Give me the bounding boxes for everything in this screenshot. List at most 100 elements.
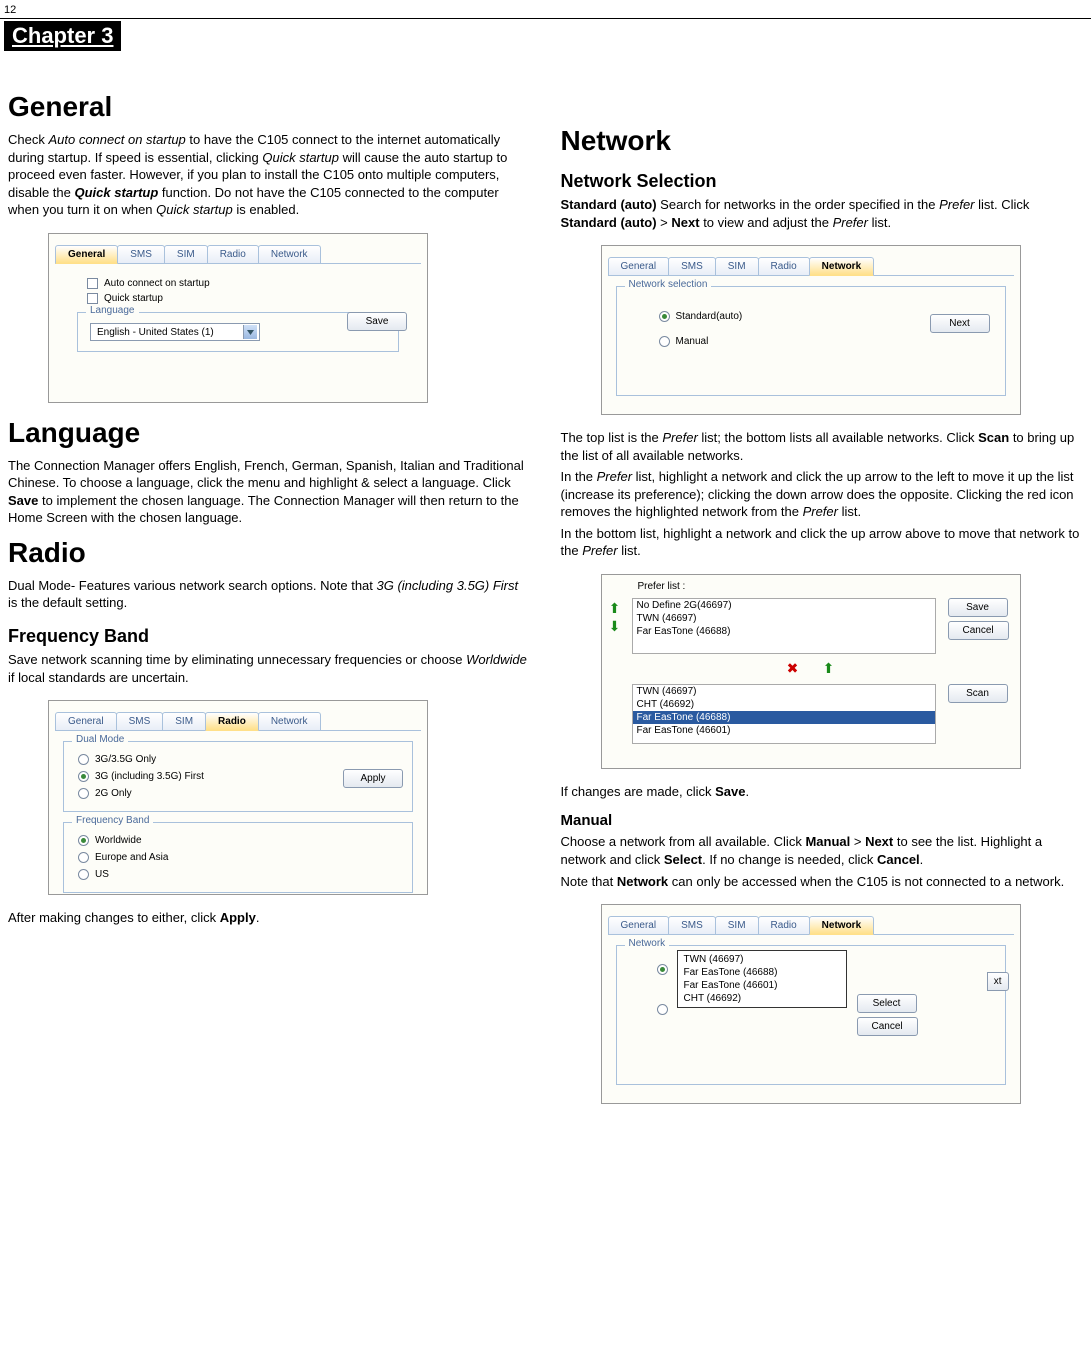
- frequency-band-text: Save network scanning time by eliminatin…: [8, 651, 531, 686]
- radio-europe-asia[interactable]: [78, 852, 89, 863]
- language-heading: Language: [8, 417, 531, 449]
- arrow-up-icon[interactable]: ⬆: [606, 600, 624, 618]
- chapter-heading: Chapter 3: [4, 21, 121, 51]
- radio-worldwide[interactable]: [78, 835, 89, 846]
- save-button[interactable]: Save: [347, 312, 407, 331]
- available-list-box[interactable]: TWN (46697) CHT (46692) Far EasTone (466…: [632, 684, 936, 744]
- language-dropdown[interactable]: English - United States (1): [90, 323, 260, 341]
- list-item[interactable]: Far EasTone (46601): [680, 979, 844, 992]
- list-item[interactable]: Far EasTone (46601): [633, 724, 935, 737]
- manual-heading: Manual: [561, 812, 1084, 829]
- arrow-down-icon[interactable]: ⬇: [606, 618, 624, 636]
- language-dropdown-value: English - United States (1): [97, 327, 214, 338]
- scan-button[interactable]: Scan: [948, 684, 1008, 703]
- tab-bar: General SMS SIM Radio Network: [608, 911, 1014, 935]
- radio-us[interactable]: [78, 869, 89, 880]
- prefer-label: Prefer list :: [602, 575, 1020, 594]
- tab-sim[interactable]: SIM: [164, 245, 208, 263]
- cancel-button[interactable]: Cancel: [948, 621, 1009, 640]
- radio-worldwide-label: Worldwide: [95, 835, 142, 846]
- prefer-list-box[interactable]: No Define 2G(46697) TWN (46697) Far EasT…: [632, 598, 936, 654]
- tab-general[interactable]: General: [55, 245, 118, 264]
- tab-network[interactable]: Network: [258, 712, 321, 730]
- radio-2g-only-label: 2G Only: [95, 788, 132, 799]
- list-item[interactable]: No Define 2G(46697): [633, 599, 935, 612]
- tab-general[interactable]: General: [55, 712, 117, 730]
- page-number: 12: [0, 0, 1091, 16]
- radio-heading: Radio: [8, 537, 531, 569]
- apply-button[interactable]: Apply: [343, 769, 403, 788]
- language-legend: Language: [86, 305, 139, 316]
- network-heading: Network: [561, 125, 1084, 157]
- select-button[interactable]: Select: [857, 994, 917, 1013]
- list-item[interactable]: TWN (46697): [633, 612, 935, 625]
- save-button[interactable]: Save: [948, 598, 1008, 617]
- manual-text: Choose a network from all available. Cli…: [561, 833, 1084, 868]
- radio-us-label: US: [95, 869, 109, 880]
- tab-network[interactable]: Network: [809, 916, 874, 935]
- network-selection-heading: Network Selection: [561, 171, 1084, 192]
- tab-network[interactable]: Network: [258, 245, 321, 263]
- general-screenshot: General SMS SIM Radio Network Auto conne…: [48, 233, 428, 403]
- next-button-partial[interactable]: xt: [987, 972, 1009, 991]
- network-selection-legend: Network selection: [625, 279, 712, 290]
- tab-network[interactable]: Network: [809, 257, 874, 276]
- cancel-button[interactable]: Cancel: [857, 1017, 918, 1036]
- list-item[interactable]: CHT (46692): [680, 992, 844, 1005]
- radio-3g-only[interactable]: [78, 754, 89, 765]
- tab-general[interactable]: General: [608, 257, 670, 275]
- network-legend: Network: [625, 938, 670, 949]
- network-popup-list[interactable]: TWN (46697) Far EasTone (46688) Far EasT…: [677, 950, 847, 1008]
- next-button[interactable]: Next: [930, 314, 990, 333]
- radio-text: Dual Mode- Features various network sear…: [8, 577, 531, 612]
- tab-sim[interactable]: SIM: [715, 257, 759, 275]
- tab-sms[interactable]: SMS: [117, 245, 165, 263]
- list-item[interactable]: TWN (46697): [633, 685, 935, 698]
- list-item[interactable]: Far EasTone (46688): [633, 711, 935, 724]
- auto-connect-checkbox-row: Auto connect on startup: [87, 278, 413, 289]
- list-item[interactable]: Far EasTone (46688): [633, 625, 935, 638]
- general-text: Check Auto connect on startup to have th…: [8, 131, 531, 219]
- radio-3g-first[interactable]: [78, 771, 89, 782]
- list-item[interactable]: CHT (46692): [633, 698, 935, 711]
- tab-sim[interactable]: SIM: [715, 916, 759, 934]
- radio-screenshot: General SMS SIM Radio Network Dual Mode …: [48, 700, 428, 895]
- auto-connect-checkbox[interactable]: [87, 278, 98, 289]
- tab-general[interactable]: General: [608, 916, 670, 934]
- radio-2g-only[interactable]: [78, 788, 89, 799]
- arrow-up-icon[interactable]: ⬆: [820, 660, 838, 678]
- tab-bar: General SMS SIM Radio Network: [55, 240, 421, 264]
- tab-sms[interactable]: SMS: [116, 712, 164, 730]
- right-column: Network Network Selection Standard (auto…: [561, 81, 1084, 1118]
- list-item[interactable]: TWN (46697): [680, 953, 844, 966]
- network-fieldset: Network xt TWN (46697) Far EasTone (4668…: [616, 945, 1006, 1085]
- prefer-list-screenshot: Prefer list : ⬆ ⬇ No Define 2G(46697) TW…: [601, 574, 1021, 769]
- remove-icon[interactable]: ✖: [783, 660, 801, 678]
- tab-sim[interactable]: SIM: [162, 712, 206, 730]
- language-text: The Connection Manager offers English, F…: [8, 457, 531, 527]
- frequency-band-heading: Frequency Band: [8, 626, 531, 647]
- radio-obscured-1[interactable]: [657, 964, 668, 975]
- radio-manual[interactable]: [659, 336, 670, 347]
- tab-radio[interactable]: Radio: [207, 245, 259, 263]
- left-column: General Check Auto connect on startup to…: [8, 81, 531, 1118]
- tab-radio[interactable]: Radio: [758, 916, 810, 934]
- tab-radio[interactable]: Radio: [758, 257, 810, 275]
- list-item[interactable]: Far EasTone (46688): [680, 966, 844, 979]
- network-selection-screenshot: General SMS SIM Radio Network Network se…: [601, 245, 1021, 415]
- prefer-list-text: In the Prefer list, highlight a network …: [561, 468, 1084, 521]
- quick-startup-checkbox[interactable]: [87, 293, 98, 304]
- save-changes-text: If changes are made, click Save.: [561, 783, 1084, 801]
- quick-startup-label: Quick startup: [104, 293, 163, 304]
- tab-radio[interactable]: Radio: [205, 712, 259, 731]
- network-note-text: Note that Network can only be accessed w…: [561, 873, 1084, 891]
- auto-connect-label: Auto connect on startup: [104, 278, 210, 289]
- quick-startup-checkbox-row: Quick startup: [87, 293, 413, 304]
- tab-sms[interactable]: SMS: [668, 257, 716, 275]
- tab-sms[interactable]: SMS: [668, 916, 716, 934]
- top-list-text: The top list is the Prefer list; the bot…: [561, 429, 1084, 464]
- radio-standard-auto[interactable]: [659, 311, 670, 322]
- radio-manual-label: Manual: [676, 336, 709, 347]
- radio-obscured-2[interactable]: [657, 1004, 668, 1015]
- radio-europe-asia-label: Europe and Asia: [95, 852, 168, 863]
